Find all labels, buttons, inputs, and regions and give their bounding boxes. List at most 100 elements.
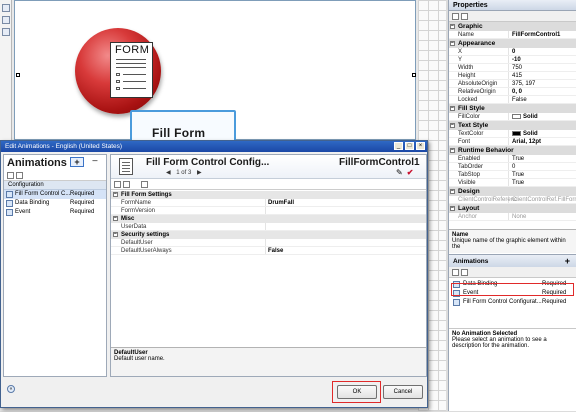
- property-row[interactable]: X0: [449, 48, 576, 56]
- property-value-cell[interactable]: 750: [509, 64, 576, 71]
- close-button[interactable]: ×: [416, 142, 425, 150]
- property-pages-icon[interactable]: [141, 181, 148, 188]
- settings-group-header[interactable]: − Security settings: [111, 231, 426, 239]
- property-value-cell[interactable]: Solid: [509, 130, 576, 137]
- categorized-icon[interactable]: [452, 269, 459, 276]
- collapse-icon[interactable]: −: [113, 216, 118, 221]
- property-value-cell[interactable]: False: [509, 96, 576, 103]
- toolbox-button[interactable]: [2, 4, 10, 12]
- property-row[interactable]: RelativeOrigin 0, 0: [449, 88, 576, 96]
- property-value-cell[interactable]: 0, 0: [509, 88, 576, 95]
- minimize-button[interactable]: _: [394, 142, 403, 150]
- property-group-header[interactable]: − Layout: [449, 204, 576, 213]
- property-value-cell[interactable]: FillFormControl1: [509, 31, 576, 38]
- property-row[interactable]: Locked False: [449, 96, 576, 104]
- collapse-icon[interactable]: −: [450, 41, 455, 46]
- add-animation-button[interactable]: +: [70, 157, 84, 167]
- property-row[interactable]: Width 750: [449, 64, 576, 72]
- property-row[interactable]: ClientControlReferenc ClientControlRef.Fi…: [449, 196, 576, 204]
- property-value-cell[interactable]: 415: [509, 72, 576, 79]
- animation-list-item[interactable]: Fill Form Control C... Required: [4, 190, 106, 199]
- toolbox-button[interactable]: [2, 16, 10, 24]
- help-icon[interactable]: «: [7, 385, 15, 393]
- animation-list-item[interactable]: Event Required: [449, 289, 576, 298]
- categorized-icon[interactable]: [452, 13, 459, 20]
- collapse-icon[interactable]: −: [450, 148, 455, 153]
- setting-value[interactable]: DrumFall: [266, 199, 426, 206]
- property-group-header[interactable]: − Graphic: [449, 22, 576, 31]
- selection-handle[interactable]: [412, 73, 416, 77]
- property-value-cell[interactable]: 375, 197: [509, 80, 576, 87]
- property-row[interactable]: AbsoluteOrigin 375, 197: [449, 80, 576, 88]
- property-value-cell[interactable]: Arial, 12pt: [509, 138, 576, 145]
- setting-row[interactable]: UserData: [111, 223, 426, 231]
- property-row[interactable]: TabStop True: [449, 171, 576, 179]
- property-value-cell[interactable]: 0: [509, 48, 576, 55]
- collapse-icon[interactable]: −: [450, 123, 455, 128]
- property-row[interactable]: FillColor Solid: [449, 113, 576, 121]
- sort-alpha-icon[interactable]: [123, 181, 130, 188]
- property-value-cell[interactable]: True: [509, 171, 576, 178]
- property-group-header[interactable]: − Runtime Behavior: [449, 146, 576, 155]
- property-group-header[interactable]: − Design: [449, 187, 576, 196]
- property-row[interactable]: Height 415: [449, 72, 576, 80]
- ok-button[interactable]: OK: [337, 385, 377, 399]
- setting-value[interactable]: [266, 207, 426, 214]
- property-value-cell[interactable]: 0: [509, 163, 576, 170]
- property-value-cell[interactable]: ClientControlRef.FillForm: [509, 196, 576, 203]
- collapse-icon[interactable]: −: [450, 106, 455, 111]
- property-name: Visible: [449, 179, 509, 186]
- animation-list-item[interactable]: Data Binding Required: [449, 280, 576, 289]
- setting-row[interactable]: DefaultUser: [111, 239, 426, 247]
- property-row[interactable]: Font Arial, 12pt: [449, 138, 576, 146]
- property-row[interactable]: Y -10: [449, 56, 576, 64]
- property-value-cell[interactable]: True: [509, 155, 576, 162]
- animation-list-item[interactable]: Event Required: [4, 208, 106, 217]
- property-row[interactable]: TextColor Solid: [449, 130, 576, 138]
- add-animation-button[interactable]: +: [565, 256, 570, 266]
- next-icon[interactable]: ▶: [197, 170, 202, 176]
- checkmark-icon[interactable]: ✔: [407, 168, 414, 177]
- setting-row[interactable]: DefaultUserAlways False: [111, 247, 426, 255]
- sort-alpha-icon[interactable]: [461, 13, 468, 20]
- property-row[interactable]: Anchor None: [449, 213, 576, 221]
- setting-value[interactable]: [266, 223, 426, 230]
- animation-list-item[interactable]: Data Binding Required: [4, 199, 106, 208]
- property-value-cell[interactable]: -10: [509, 56, 576, 63]
- collapse-icon[interactable]: −: [450, 189, 455, 194]
- toolbox-button[interactable]: [2, 28, 10, 36]
- setting-value[interactable]: [266, 239, 426, 246]
- property-row[interactable]: Enabled True: [449, 155, 576, 163]
- maximize-button[interactable]: □: [405, 142, 414, 150]
- property-name: Enabled: [449, 155, 509, 162]
- sort-alpha-icon[interactable]: [16, 172, 23, 179]
- property-value-cell[interactable]: Solid: [509, 113, 576, 120]
- setting-row[interactable]: FormName DrumFall: [111, 199, 426, 207]
- property-row[interactable]: Visible True: [449, 179, 576, 187]
- collapse-icon[interactable]: −: [113, 232, 118, 237]
- cancel-button[interactable]: Cancel: [383, 385, 423, 399]
- property-value-cell[interactable]: True: [509, 179, 576, 186]
- collapse-icon[interactable]: −: [113, 192, 118, 197]
- property-group-header[interactable]: − Appearance: [449, 39, 576, 48]
- settings-group-header[interactable]: − Fill Form Settings: [111, 191, 426, 199]
- property-group-header[interactable]: − Fill Style: [449, 104, 576, 113]
- animation-list-item[interactable]: Fill Form Control Configurat... Required: [449, 298, 576, 307]
- sort-alpha-icon[interactable]: [461, 269, 468, 276]
- fill-form-control[interactable]: Fill Form: [130, 110, 236, 144]
- settings-group-header[interactable]: − Misc: [111, 215, 426, 223]
- property-group-header[interactable]: − Text Style: [449, 121, 576, 130]
- collapse-icon[interactable]: −: [450, 206, 455, 211]
- setting-row[interactable]: FormVersion: [111, 207, 426, 215]
- property-row[interactable]: Name FillFormControl1: [449, 31, 576, 39]
- property-value-cell[interactable]: None: [509, 213, 576, 220]
- property-row[interactable]: TabOrder 0: [449, 163, 576, 171]
- prev-icon[interactable]: ◀: [166, 170, 171, 176]
- selection-handle[interactable]: [16, 73, 20, 77]
- edit-pencil-icon[interactable]: ✎: [396, 168, 403, 177]
- categorized-icon[interactable]: [7, 172, 14, 179]
- remove-animation-button[interactable]: −: [92, 156, 98, 167]
- collapse-icon[interactable]: −: [450, 24, 455, 29]
- categorized-icon[interactable]: [114, 181, 121, 188]
- setting-value[interactable]: False: [266, 247, 426, 254]
